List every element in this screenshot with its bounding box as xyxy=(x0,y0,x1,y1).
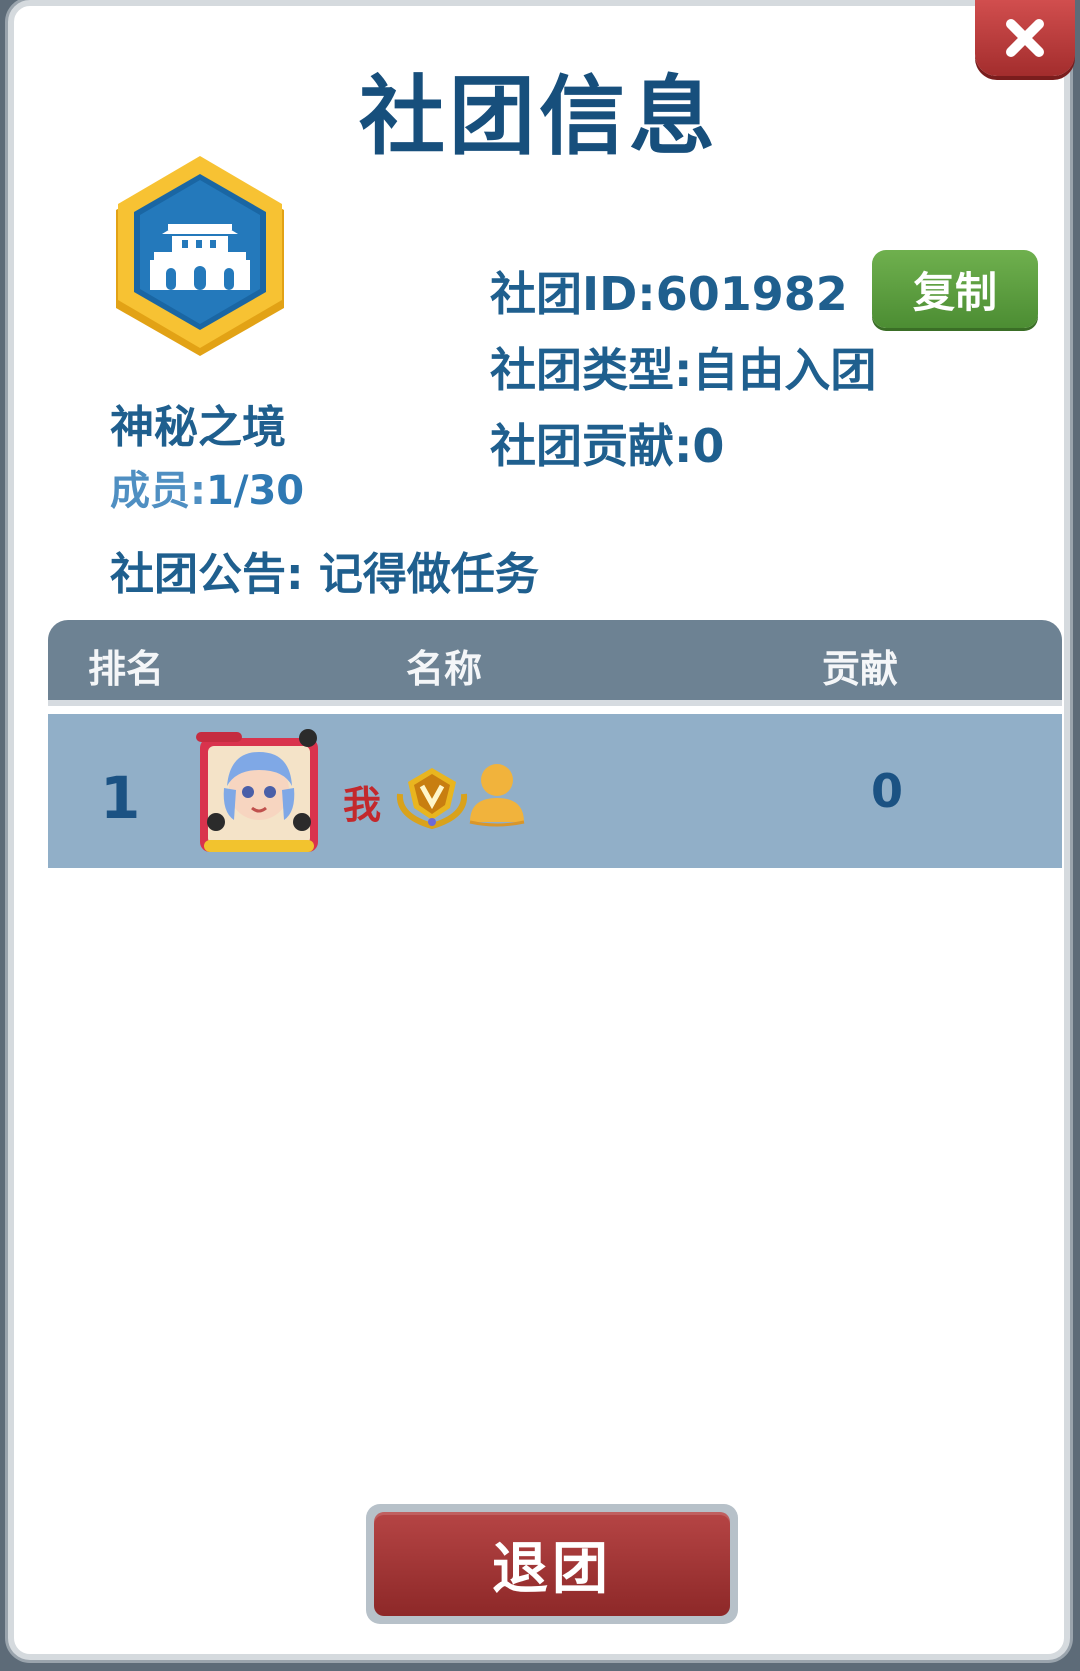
club-id: 社团ID:601982 xyxy=(490,267,848,321)
row-rank: 1 xyxy=(100,764,141,832)
player-name: 我 xyxy=(343,783,382,827)
row-contribution: 0 xyxy=(871,764,904,818)
leave-club-label: 退团 xyxy=(374,1512,730,1616)
close-icon xyxy=(1006,19,1044,57)
leave-club-button[interactable]: 退团 xyxy=(366,1504,738,1624)
club-notice: 社团公告: 记得做任务 xyxy=(110,549,539,600)
club-type: 社团类型:自由入团 xyxy=(490,343,877,397)
club-info-dialog: 社团信息 神秘之境 成员:1/30 社团ID:601982 复制 社团类型:自由… xyxy=(8,0,1070,1660)
player-avatar-icon[interactable] xyxy=(194,728,324,858)
member-count-value: 1/30 xyxy=(206,468,305,514)
header-contribution: 贡献 xyxy=(822,647,899,691)
close-button[interactable] xyxy=(975,0,1075,76)
member-count: 成员:1/30 xyxy=(110,458,304,516)
dialog-title: 社团信息 xyxy=(359,67,719,167)
club-contribution: 社团贡献:0 xyxy=(490,419,725,473)
vip-badge-icon xyxy=(396,768,468,830)
table-row[interactable]: 1 我 0 xyxy=(48,714,1062,868)
header-rank: 排名 xyxy=(88,647,165,691)
city-gate-emblem-icon xyxy=(116,156,284,356)
club-name: 神秘之境 xyxy=(110,402,286,453)
member-count-label: 成员: xyxy=(110,468,206,514)
member-table-header: 排名 名称 贡献 xyxy=(48,620,1062,700)
copy-id-button[interactable]: 复制 xyxy=(872,250,1038,328)
person-icon xyxy=(469,764,525,827)
header-name: 名称 xyxy=(406,647,483,691)
